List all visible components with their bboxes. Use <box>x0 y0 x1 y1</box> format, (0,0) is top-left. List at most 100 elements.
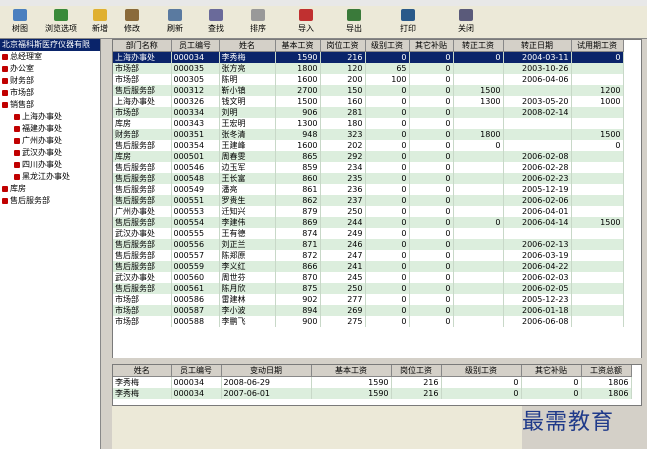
table-row[interactable]: 市场部 000035 张方亮 1800 120 65 0 2003-10-26 <box>113 63 624 74</box>
browse-options-button[interactable]: 浏览选项 <box>38 8 84 36</box>
table-row[interactable]: 售后服务部 000554 李建伟 869 244 0 0 0 2006-04-14 1500 <box>113 217 624 228</box>
folder-icon <box>14 149 20 156</box>
column-header[interactable]: 部门名称 <box>113 40 172 52</box>
column-header[interactable]: 姓名 <box>219 40 276 52</box>
tree-item[interactable]: 销售部 <box>0 99 100 111</box>
table-cell: 售后服务部 <box>113 85 172 96</box>
tree-item[interactable]: 办公室 <box>0 63 100 75</box>
table-row[interactable]: 售后服务部 000548 王长富 860 235 0 0 2006-02-23 <box>113 173 624 184</box>
tree-item[interactable]: 库房 <box>0 183 100 195</box>
table-row[interactable]: 武汉办事处 000560 周世芬 870 245 0 0 2006-02-03 <box>113 272 624 283</box>
table-cell: 0 <box>365 140 410 151</box>
table-row[interactable]: 上海办事处 000034 李秀梅 1590 216 0 0 0 2004-03-11 0 <box>113 51 624 63</box>
table-row[interactable]: 市场部 000586 雷建林 902 277 0 0 2005-12-23 <box>113 294 624 305</box>
tree-item[interactable]: 四川办事处 <box>0 159 100 171</box>
column-header[interactable]: 变动日期 <box>221 365 312 377</box>
table-row[interactable]: 上海办事处 000326 钱文明 1500 160 0 0 1300 2003-05-20 100… <box>113 96 624 107</box>
column-header[interactable]: 岗位工资 <box>320 40 366 52</box>
table-row[interactable]: 售后服务部 000559 李义红 866 241 0 0 2006-04-22 <box>113 261 624 272</box>
table-cell <box>453 305 504 316</box>
table-row[interactable]: 市场部 000587 李小波 894 269 0 0 2006-01-18 <box>113 305 624 316</box>
table-cell: 2006-02-03 <box>503 272 572 283</box>
table-row[interactable]: 售后服务部 000557 陈郑原 872 247 0 0 2006-03-19 <box>113 250 624 261</box>
table-row[interactable]: 库房 000343 王宏明 1300 180 0 0 <box>113 118 624 129</box>
table-row[interactable]: 市场部 000588 李鹏飞 900 275 0 0 2006-06-08 <box>113 316 624 327</box>
table-row[interactable]: 售后服务部 000556 刘正兰 871 246 0 0 2006-02-13 <box>113 239 624 250</box>
table-cell: 0 <box>409 228 454 239</box>
watermark-logo-text: 最需教育 <box>522 410 615 435</box>
table-cell: 000556 <box>171 239 220 250</box>
find-button[interactable]: 查找 <box>196 8 236 36</box>
tree-item[interactable]: 市场部 <box>0 87 100 99</box>
column-header[interactable]: 员工编号 <box>171 40 220 52</box>
table-row[interactable]: 市场部 000334 刘明 906 281 0 0 2008-02-14 <box>113 107 624 118</box>
tree-view-button[interactable]: 树图 <box>0 8 40 36</box>
table-row[interactable]: 库房 000501 周春雯 865 292 0 0 2006-02-08 <box>113 151 624 162</box>
column-header[interactable]: 员工编号 <box>171 365 222 377</box>
table-cell: 2006-02-13 <box>503 239 572 250</box>
tree-item[interactable]: 总经理室 <box>0 51 100 63</box>
splitter[interactable] <box>112 358 642 363</box>
export-button[interactable]: 导出 <box>334 8 374 36</box>
column-header[interactable]: 姓名 <box>113 365 172 377</box>
table-cell: 0 <box>409 140 454 151</box>
tree-item[interactable]: 武汉办事处 <box>0 147 100 159</box>
table-row[interactable]: 售后服务部 000549 潘亮 861 236 0 0 2005-12-19 <box>113 184 624 195</box>
column-header[interactable]: 试用期工资 <box>571 40 624 52</box>
table-row[interactable]: 售后服务部 000546 边玉军 859 234 0 0 2006-02-28 <box>113 162 624 173</box>
table-cell: 000343 <box>171 118 220 129</box>
tree-item[interactable]: 黑龙江办事处 <box>0 171 100 183</box>
table-cell: 000334 <box>171 107 220 118</box>
table-cell: 236 <box>320 184 366 195</box>
import-button[interactable]: 导入 <box>286 8 326 36</box>
column-header[interactable]: 岗位工资 <box>391 365 442 377</box>
table-row[interactable]: 售后服务部 000312 靳小镇 2700 150 0 0 1500 1200 <box>113 85 624 96</box>
table-row[interactable]: 售后服务部 000354 王建峰 1600 202 0 0 0 0 <box>113 140 624 151</box>
tree-item[interactable]: 上海办事处 <box>0 111 100 123</box>
tree-item[interactable]: 广州办事处 <box>0 135 100 147</box>
column-header[interactable]: 其它补贴 <box>409 40 454 52</box>
table-cell: 245 <box>320 272 366 283</box>
edit-button[interactable]: 修改 <box>112 8 152 36</box>
column-header[interactable]: 转正日期 <box>503 40 572 52</box>
employee-salary-grid[interactable]: 部门名称 员工编号 姓名 基本工资 岗位工资 级别工资 其它补贴 转正工资 转正日期 试用期工资上… <box>112 39 642 359</box>
table-cell: 180 <box>320 118 366 129</box>
table-row[interactable]: 售后服务部 000551 罗贵生 862 237 0 0 2006-02-06 <box>113 195 624 206</box>
table-cell <box>453 316 504 327</box>
table-row[interactable]: 财务部 000351 张冬清 948 323 0 0 1800 1500 <box>113 129 624 140</box>
print-button[interactable]: 打印 <box>388 8 428 36</box>
refresh-button[interactable]: 刷新 <box>155 8 195 36</box>
tree-item[interactable]: 财务部 <box>0 75 100 87</box>
table-cell: 235 <box>320 173 366 184</box>
column-header[interactable]: 其它补贴 <box>521 365 582 377</box>
salary-history-grid[interactable]: 姓名 员工编号 变动日期 基本工资 岗位工资 级别工资 其它补贴 工资总额 李秀梅 000034 2… <box>112 364 642 406</box>
column-header[interactable]: 工资总额 <box>581 365 632 377</box>
tree-item-label: 武汉办事处 <box>22 148 62 157</box>
table-cell: 库房 <box>113 151 172 162</box>
close-button[interactable]: 关闭 <box>446 8 486 36</box>
table-row[interactable]: 李秀梅 000034 2008-06-29 1590 216 0 0 1806 <box>113 376 632 388</box>
table-cell: 0 <box>409 63 454 74</box>
sort-button[interactable]: 排序 <box>238 8 278 36</box>
table-row[interactable]: 广州办事处 000553 迁知兴 879 250 0 0 2006-04-01 <box>113 206 624 217</box>
table-cell: 250 <box>320 206 366 217</box>
table-row[interactable]: 武汉办事处 000555 王有德 874 249 0 0 <box>113 228 624 239</box>
table-cell: 0 <box>365 206 410 217</box>
column-header[interactable]: 级别工资 <box>365 40 410 52</box>
table-cell: 潘亮 <box>219 184 276 195</box>
table-row[interactable]: 售后服务部 000561 陈月欣 875 250 0 0 2006-02-05 <box>113 283 624 294</box>
table-row[interactable]: 李秀梅 000034 2007-06-01 1590 216 0 0 1806 <box>113 388 632 399</box>
table-row[interactable]: 市场部 000305 陈明 1600 200 100 0 2006-04-06 <box>113 74 624 85</box>
table-cell: 1806 <box>581 388 632 399</box>
header-row: 姓名 员工编号 变动日期 基本工资 岗位工资 级别工资 其它补贴 工资总额 <box>113 365 632 377</box>
column-header[interactable]: 级别工资 <box>441 365 522 377</box>
column-header[interactable]: 基本工资 <box>311 365 392 377</box>
column-header[interactable]: 基本工资 <box>275 40 321 52</box>
table-cell: 0 <box>365 316 410 327</box>
print-icon <box>401 9 415 21</box>
tree-item[interactable]: 福建办事处 <box>0 123 100 135</box>
table-cell: 216 <box>391 376 442 388</box>
column-header[interactable]: 转正工资 <box>453 40 504 52</box>
tree-item[interactable]: 售后服务部 <box>0 195 100 207</box>
tree-root-company[interactable]: 北京福科斯医疗仪器有限 <box>0 39 100 51</box>
